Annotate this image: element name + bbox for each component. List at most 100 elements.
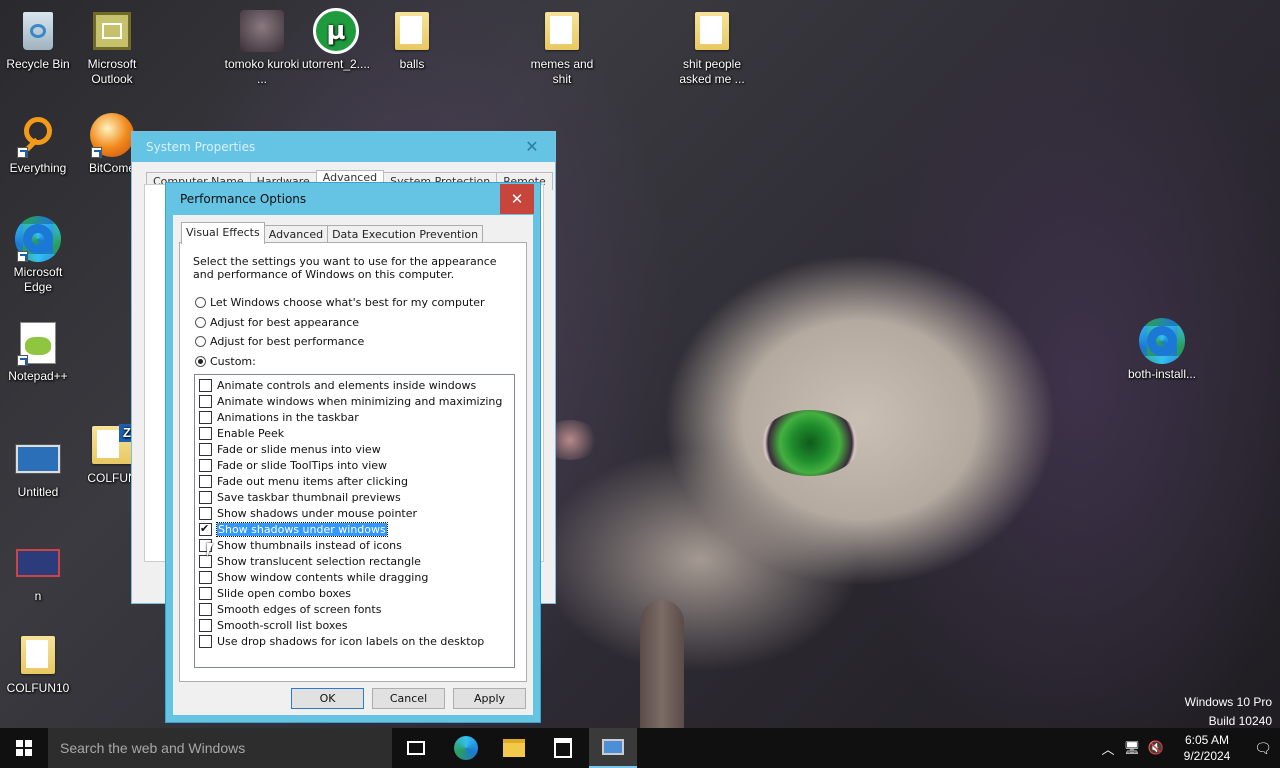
window-title: System Properties <box>146 140 256 154</box>
radio-button[interactable] <box>195 297 206 308</box>
desktop-icon-balls[interactable]: balls <box>374 8 450 72</box>
effect-checkbox[interactable] <box>199 426 212 440</box>
wallpaper-detail <box>640 600 684 740</box>
volume-muted-icon[interactable]: 🔇 <box>1144 740 1168 756</box>
tab-visual-effects[interactable]: Visual Effects <box>181 222 265 244</box>
effect-list-item[interactable]: Smooth edges of screen fonts <box>199 601 510 617</box>
effect-list-item[interactable]: Smooth-scroll list boxes <box>199 617 510 633</box>
radio-button[interactable] <box>195 317 206 328</box>
folder-icon <box>15 632 61 678</box>
desktop-icon-both-install[interactable]: both-install... <box>1124 318 1200 382</box>
effect-checkbox[interactable] <box>199 570 212 584</box>
close-button[interactable]: ✕ <box>500 184 534 214</box>
taskbar-edge-button[interactable] <box>442 728 490 768</box>
visual-effects-list[interactable]: Animate controls and elements inside win… <box>194 374 515 668</box>
effect-list-item[interactable]: Save taskbar thumbnail previews <box>199 489 510 505</box>
effect-label: Slide open combo boxes <box>217 586 352 600</box>
shortcut-app-icon <box>15 540 61 586</box>
effect-list-item[interactable]: Fade out menu items after clicking <box>199 473 510 489</box>
desktop-icon-shit-people[interactable]: shit people asked me ... <box>674 8 750 87</box>
effect-label: Smooth edges of screen fonts <box>217 602 382 616</box>
effect-list-item[interactable]: Show shadows under windows <box>199 521 510 537</box>
desktop-icon-untitled[interactable]: Untitled <box>0 436 76 500</box>
effect-list-item[interactable]: Enable Peek <box>199 425 510 441</box>
desktop-icon-n[interactable]: n <box>0 540 76 604</box>
effect-checkbox[interactable] <box>199 522 212 536</box>
dialog-title: Performance Options <box>180 192 307 206</box>
ok-button[interactable]: OK <box>291 688 364 709</box>
wallpaper-eye <box>760 410 860 476</box>
effect-list-item[interactable]: Use drop shadows for icon labels on the … <box>199 633 510 649</box>
effect-list-item[interactable]: Show window contents while dragging <box>199 569 510 585</box>
effect-checkbox[interactable] <box>199 442 212 456</box>
effect-checkbox[interactable] <box>199 394 212 408</box>
close-icon: ✕ <box>525 137 539 156</box>
effect-list-item[interactable]: Fade or slide ToolTips into view <box>199 457 510 473</box>
effect-list-item[interactable]: Animations in the taskbar <box>199 409 510 425</box>
system-tray: ︿ 🖥 🔇 6:05 AM 9/2/2024 🗨 <box>1096 728 1280 768</box>
desktop-icon-edge[interactable]: Microsoft Edge <box>0 216 76 295</box>
effect-list-item[interactable]: Animate controls and elements inside win… <box>199 377 510 393</box>
radio-custom[interactable]: Custom: <box>195 355 256 368</box>
windows-logo-icon <box>16 740 32 756</box>
effect-list-item[interactable]: Slide open combo boxes <box>199 585 510 601</box>
radio-best-performance[interactable]: Adjust for best performance <box>195 335 364 348</box>
desktop-icon-colfun10[interactable]: COLFUN10 <box>0 632 76 696</box>
desktop-icon-label: Recycle Bin <box>6 57 70 71</box>
desktop-icon-outlook[interactable]: Microsoft Outlook <box>74 8 150 87</box>
start-button[interactable] <box>0 728 48 768</box>
desktop-icon-label: Notepad++ <box>8 369 68 383</box>
effect-checkbox[interactable] <box>199 634 212 648</box>
taskbar-clock[interactable]: 6:05 AM 9/2/2024 <box>1168 732 1246 764</box>
taskbar-search-box[interactable]: Search the web and Windows <box>48 728 392 768</box>
desktop-icon-memes[interactable]: memes and shit <box>524 8 600 87</box>
radio-let-windows-choose[interactable]: Let Windows choose what's best for my co… <box>195 296 485 309</box>
effect-checkbox[interactable] <box>199 618 212 632</box>
effect-list-item[interactable]: Show thumbnails instead of icons <box>199 537 510 553</box>
effect-checkbox[interactable] <box>199 506 212 520</box>
effect-checkbox[interactable] <box>199 602 212 616</box>
dialog-titlebar[interactable]: Performance Options ✕ <box>166 183 540 215</box>
effect-checkbox[interactable] <box>199 458 212 472</box>
apply-button[interactable]: Apply <box>453 688 526 709</box>
desktop-icon-label: Microsoft Edge <box>13 265 63 294</box>
taskbar-explorer-button[interactable] <box>490 728 538 768</box>
effect-list-item[interactable]: Animate windows when minimizing and maxi… <box>199 393 510 409</box>
effect-checkbox[interactable] <box>199 410 212 424</box>
performance-options-dialog[interactable]: Performance Options ✕ Visual Effects Adv… <box>165 182 541 723</box>
effect-checkbox[interactable] <box>199 490 212 504</box>
desktop-icon-utorrent[interactable]: µ utorrent_2.... <box>298 8 374 72</box>
desktop-icon-recycle-bin[interactable]: Recycle Bin <box>0 8 76 72</box>
window-titlebar[interactable]: System Properties ✕ <box>132 132 555 162</box>
show-hidden-icons-chevron-icon[interactable]: ︿ <box>1096 739 1120 758</box>
network-icon[interactable]: 🖥 <box>1120 740 1144 756</box>
desktop-icon-label: Microsoft Outlook <box>87 57 137 86</box>
taskbar-store-button[interactable] <box>539 728 587 768</box>
folder-icon <box>689 8 735 54</box>
desktop-icon-label: utorrent_2.... <box>301 57 371 71</box>
desktop-icon-tomoko[interactable]: tomoko kuroki ... <box>224 8 300 87</box>
folder-icon <box>503 739 525 757</box>
desktop-icon-everything[interactable]: Everything <box>0 112 76 176</box>
desktop-icon-label: balls <box>399 57 425 71</box>
edge-icon <box>1139 318 1185 364</box>
taskbar-system-properties-button[interactable] <box>589 728 637 768</box>
radio-button[interactable] <box>195 336 206 347</box>
radio-best-appearance[interactable]: Adjust for best appearance <box>195 316 359 329</box>
effect-checkbox[interactable] <box>199 586 212 600</box>
zip-folder-icon: Z <box>89 422 135 468</box>
desktop-icon-notepadpp[interactable]: Notepad++ <box>0 320 76 384</box>
cancel-button[interactable]: Cancel <box>372 688 445 709</box>
effect-list-item[interactable]: Show shadows under mouse pointer <box>199 505 510 521</box>
action-center-icon[interactable]: 🗨 <box>1246 740 1280 757</box>
desktop-icon-label: shit people asked me ... <box>679 57 745 86</box>
effect-list-item[interactable]: Fade or slide menus into view <box>199 441 510 457</box>
bitcomet-icon <box>89 112 135 158</box>
desktop-icon-label: Untitled <box>17 485 59 499</box>
effect-checkbox[interactable] <box>199 378 212 392</box>
effect-list-item[interactable]: Show translucent selection rectangle <box>199 553 510 569</box>
radio-button[interactable] <box>195 356 206 367</box>
close-button[interactable]: ✕ <box>509 132 555 162</box>
task-view-button[interactable] <box>392 728 440 768</box>
effect-checkbox[interactable] <box>199 474 212 488</box>
